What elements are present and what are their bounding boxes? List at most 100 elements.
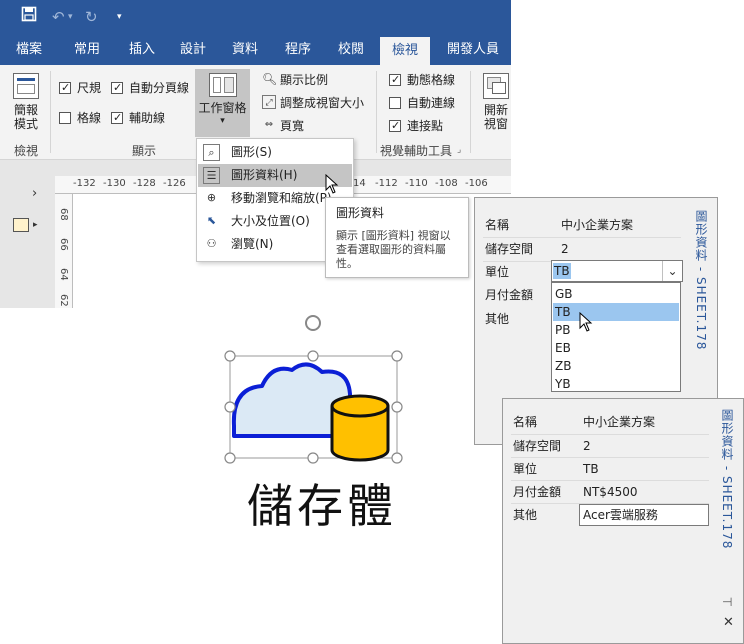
connection-points-checkbox[interactable]: 連接點 [389,117,443,135]
zoom-button[interactable]: 🔍︎ 顯示比例 [262,71,328,89]
unit-select[interactable]: TB ⌄ [551,260,683,282]
tab-data[interactable]: 資料 [222,35,268,65]
shapes-pane-icon[interactable] [13,218,29,232]
checkbox-box [389,97,401,109]
group-separator [470,71,471,153]
resize-handle[interactable] [224,350,236,362]
grid-checkbox[interactable]: 格線 [59,109,101,127]
tab-view[interactable]: 檢視 [380,37,430,65]
menu-item-shapes[interactable]: ⌕ 圖形(S) [198,141,352,164]
dialog-launcher-icon[interactable]: ⌟ [457,145,461,155]
group-separator [376,71,377,153]
fit-window-button[interactable]: ⤢ 調整成視窗大小 [262,94,364,112]
resize-handle[interactable] [224,452,236,464]
auto-connect-checkbox[interactable]: 自動連線 [389,94,455,112]
presentation-mode-button[interactable]: 簡報 模式 [6,73,46,131]
tab-home[interactable]: 常用 [62,35,112,65]
rotate-handle-icon[interactable] [305,315,321,331]
row-value[interactable]: 中小企業方案 [583,411,655,433]
ruler-tick: 14 [353,178,366,189]
connection-points-label: 連接點 [407,119,444,133]
shape-label[interactable]: 儲存體 [247,470,397,536]
page-breaks-checkbox[interactable]: 自動分頁線 [111,79,189,97]
ribbon-tabs: 檔案 常用 插入 設計 資料 程序 校閱 檢視 開發人員 [0,35,511,65]
ruler-tick: -132 [73,178,96,189]
undo-icon[interactable]: ↶ [52,6,65,28]
dropdown-option[interactable]: GB [553,285,679,303]
expand-pane-icon[interactable]: › [32,186,37,201]
row-key: 其他 [485,312,510,326]
ruler-tick: -126 [163,178,186,189]
tab-insert[interactable]: 插入 [118,35,166,65]
size-position-icon: ⬉ [206,214,217,227]
save-icon[interactable] [21,6,37,28]
panel-title: 圖形資料 - SHEET.178 [720,409,734,550]
resize-handle[interactable] [391,401,403,413]
dynamic-grid-checkbox[interactable]: 動態格線 [389,71,455,89]
ruler-tick: -112 [375,178,398,189]
checkbox-box [111,79,123,97]
row-key: 名稱 [513,415,538,429]
menu-item-label: 圖形(S) [231,145,272,159]
ruler-tick: -128 [133,178,156,189]
dropdown-option[interactable]: ZB [553,357,679,375]
redo-icon[interactable]: ↻ [85,6,98,28]
ruler-tick: 64 [58,268,69,281]
resize-handle[interactable] [307,452,319,464]
mouse-cursor-icon [579,312,593,332]
row-value[interactable]: NT$4500 [583,481,637,503]
undo-dropdown-icon[interactable]: ▾ [68,6,73,28]
checkbox-box [111,109,123,127]
guides-label: 輔助線 [129,111,166,125]
tab-process[interactable]: 程序 [275,35,321,65]
row-value[interactable]: 中小企業方案 [561,214,633,236]
shapes-pane-collapsed: › ▸ [0,160,55,308]
chevron-right-icon: ▸ [33,220,38,230]
row-key: 其他 [513,508,538,522]
group-label-visual-aids: 視覺輔助工具 [380,144,453,158]
ruler-label: 尺規 [77,81,102,95]
dynamic-grid-label: 動態格線 [407,73,456,87]
presentation-mode-label-2: 模式 [13,117,38,131]
resize-handle[interactable] [391,452,403,464]
task-panes-label: 工作窗格 [198,101,247,115]
storage-shape[interactable] [222,308,406,468]
row-key: 儲存空間 [485,242,534,256]
task-panes-button[interactable]: 工作窗格 ▾ [195,69,250,137]
group-separator [50,71,51,153]
page-width-button[interactable]: ⇔ 頁寬 [262,117,304,135]
ruler-checkbox[interactable]: 尺規 [59,79,101,97]
tab-developer[interactable]: 開發人員 [440,35,506,65]
page-width-icon: ⇔ [264,119,274,130]
resize-handle[interactable] [391,350,403,362]
zoom-label: 顯示比例 [280,73,329,87]
unit-select-value: TB [553,263,571,279]
row-value[interactable]: 2 [583,435,591,457]
tab-design[interactable]: 設計 [170,35,216,65]
tab-review[interactable]: 校閱 [328,35,374,65]
resize-handle[interactable] [224,401,236,413]
new-window-button[interactable]: 開新 視窗 [478,73,514,131]
row-value[interactable]: TB [583,458,599,480]
chevron-down-icon[interactable]: ⌄ [662,261,682,281]
pan-zoom-icon: ⊕ [206,191,217,204]
row-value[interactable]: 2 [561,238,569,260]
row-key: 儲存空間 [513,439,562,453]
resize-handle[interactable] [307,350,319,362]
data-row: 單位 TB [513,458,719,480]
dropdown-option[interactable]: EB [553,339,679,357]
other-input[interactable]: Acer雲端服務 [579,504,709,526]
shapes-icon: ⌕ [203,144,220,161]
new-window-label-2: 視窗 [483,117,508,131]
ruler-tick: -130 [103,178,126,189]
dropdown-option[interactable]: PB [553,321,679,339]
dropdown-option[interactable]: YB [553,375,679,393]
close-icon[interactable]: ✕ [723,615,734,630]
customize-qat-icon[interactable]: ▾ [117,6,122,28]
pin-icon[interactable]: ⊣ [722,595,732,609]
guides-checkbox[interactable]: 輔助線 [111,109,165,127]
tab-file[interactable]: 檔案 [6,35,52,65]
fit-window-label: 調整成視窗大小 [280,96,365,110]
dropdown-option[interactable]: TB [553,303,679,321]
grid-label: 格線 [77,111,102,125]
